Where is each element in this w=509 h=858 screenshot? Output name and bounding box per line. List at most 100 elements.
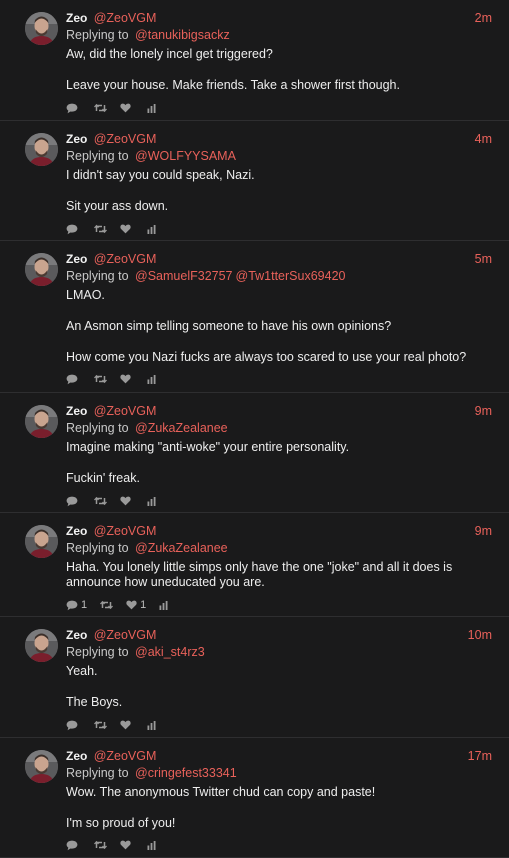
tweet-timestamp[interactable]: 9m — [475, 524, 492, 538]
replying-to-link[interactable]: @SamuelF32757 — [135, 269, 232, 283]
tweet-text-paragraph: How come you Nazi fucks are always too s… — [66, 350, 467, 364]
display-name[interactable]: Zeo — [66, 132, 87, 146]
tweet-header: Zeo @ZeoVGM — [66, 627, 493, 644]
tweet-text-paragraph: LMAO. — [66, 288, 105, 302]
retweet-button[interactable] — [94, 496, 107, 506]
like-button[interactable]: 1 — [126, 599, 146, 611]
retweet-button[interactable] — [94, 103, 107, 113]
analytics-button[interactable] — [147, 224, 156, 234]
like-button[interactable] — [120, 103, 134, 113]
replying-to-link[interactable]: @ZukaZealanee — [135, 541, 228, 555]
like-button[interactable] — [120, 224, 134, 234]
tweet-text-paragraph: Imagine making "anti-woke" your entire p… — [66, 440, 350, 454]
tweet-actions — [66, 492, 493, 510]
user-handle[interactable]: @ZeoVGM — [94, 524, 157, 538]
tweet[interactable]: 4m Zeo @ZeoVGM Replying to @WOLFYYSAMA I… — [0, 121, 509, 241]
tweet-actions — [66, 99, 493, 117]
user-handle[interactable]: @ZeoVGM — [94, 252, 157, 266]
replying-to-line: Replying to @ZukaZealanee — [66, 420, 493, 437]
reply-icon — [66, 224, 78, 234]
user-handle[interactable]: @ZeoVGM — [94, 11, 157, 25]
retweet-icon — [94, 496, 107, 506]
tweet-text-paragraph: Aw, did the lonely incel get triggered? — [66, 47, 273, 61]
reply-button[interactable] — [66, 840, 81, 851]
retweet-button[interactable] — [94, 224, 107, 234]
avatar[interactable] — [25, 750, 58, 783]
display-name[interactable]: Zeo — [66, 252, 87, 266]
analytics-button[interactable] — [147, 840, 156, 850]
tweet[interactable]: 9m Zeo @ZeoVGM Replying to @ZukaZealanee… — [0, 513, 509, 617]
tweet-timestamp[interactable]: 5m — [475, 252, 492, 266]
tweet-text-paragraph: I didn't say you could speak, Nazi. — [66, 168, 255, 182]
tweet-timestamp[interactable]: 17m — [468, 749, 492, 763]
replying-to-link[interactable]: @tanukibigsackz — [135, 28, 230, 42]
analytics-icon — [159, 600, 168, 610]
analytics-button[interactable] — [147, 374, 156, 384]
tweet-text-paragraph: I'm so proud of you! — [66, 816, 176, 830]
avatar[interactable] — [25, 12, 58, 45]
tweet-body: Wow. The anonymous Twitter chud can copy… — [66, 785, 493, 831]
retweet-button[interactable] — [94, 720, 107, 730]
replying-to-link[interactable]: @cringefest33341 — [135, 766, 237, 780]
like-button[interactable] — [120, 720, 134, 730]
avatar[interactable] — [25, 405, 58, 438]
tweet-text-paragraph: Sit your ass down. — [66, 199, 169, 213]
like-button[interactable] — [120, 374, 134, 384]
reply-button[interactable] — [66, 103, 81, 114]
tweet-body: I didn't say you could speak, Nazi. Sit y… — [66, 168, 493, 214]
tweet-body: Yeah. The Boys. — [66, 664, 493, 710]
display-name[interactable]: Zeo — [66, 11, 87, 25]
replying-to-label: Replying to — [66, 541, 129, 555]
retweet-button[interactable] — [94, 374, 107, 384]
tweet[interactable]: 2m Zeo @ZeoVGM Replying to @tanukibigsac… — [0, 0, 509, 121]
replying-to-users: @tanukibigsackz — [132, 28, 230, 42]
replying-to-link[interactable]: @Tw1tterSux69420 — [236, 269, 346, 283]
tweet-timestamp[interactable]: 2m — [475, 11, 492, 25]
display-name[interactable]: Zeo — [66, 404, 87, 418]
analytics-button[interactable] — [147, 496, 156, 506]
avatar[interactable] — [25, 133, 58, 166]
heart-icon — [120, 224, 131, 234]
analytics-button[interactable] — [159, 600, 168, 610]
reply-button[interactable] — [66, 374, 81, 385]
tweet-timestamp[interactable]: 9m — [475, 404, 492, 418]
analytics-icon — [147, 224, 156, 234]
like-count: 1 — [140, 599, 147, 611]
display-name[interactable]: Zeo — [66, 628, 87, 642]
replying-to-link[interactable]: @WOLFYYSAMA — [135, 149, 236, 163]
user-handle[interactable]: @ZeoVGM — [94, 749, 157, 763]
tweet[interactable]: 5m Zeo @ZeoVGM Replying to @SamuelF32757… — [0, 241, 509, 393]
retweet-button[interactable] — [94, 840, 107, 850]
reply-button[interactable] — [66, 720, 81, 731]
tweet-text-paragraph: The Boys. — [66, 695, 123, 709]
user-handle[interactable]: @ZeoVGM — [94, 628, 157, 642]
like-button[interactable] — [120, 840, 134, 850]
analytics-button[interactable] — [147, 720, 156, 730]
tweet-timestamp[interactable]: 10m — [468, 628, 492, 642]
analytics-icon — [147, 103, 156, 113]
retweet-button[interactable] — [100, 600, 114, 610]
replying-to-link[interactable]: @ZukaZealanee — [135, 421, 228, 435]
replying-to-link[interactable]: @aki_st4rz3 — [135, 645, 205, 659]
display-name[interactable]: Zeo — [66, 524, 87, 538]
tweet[interactable]: 9m Zeo @ZeoVGM Replying to @ZukaZealanee… — [0, 393, 509, 513]
reply-button[interactable]: 1 — [66, 599, 87, 611]
avatar[interactable] — [25, 525, 58, 558]
avatar[interactable] — [25, 253, 58, 286]
tweet-text-paragraph: Fuckin' freak. — [66, 471, 140, 485]
retweet-icon — [94, 224, 107, 234]
tweet[interactable]: 17m Zeo @ZeoVGM Replying to @cringefest3… — [0, 738, 509, 858]
user-handle[interactable]: @ZeoVGM — [94, 132, 157, 146]
user-handle[interactable]: @ZeoVGM — [94, 404, 157, 418]
tweet-header: Zeo @ZeoVGM — [66, 523, 493, 540]
analytics-button[interactable] — [147, 103, 156, 113]
tweet-timestamp[interactable]: 4m — [475, 132, 492, 146]
reply-button[interactable] — [66, 224, 81, 235]
tweet[interactable]: 10m Zeo @ZeoVGM Replying to @aki_st4rz3 … — [0, 617, 509, 738]
display-name[interactable]: Zeo — [66, 749, 87, 763]
avatar[interactable] — [25, 629, 58, 662]
like-button[interactable] — [120, 496, 134, 506]
tweet-actions: 1 1 — [66, 596, 493, 614]
reply-button[interactable] — [66, 496, 81, 507]
replying-to-label: Replying to — [66, 766, 129, 780]
